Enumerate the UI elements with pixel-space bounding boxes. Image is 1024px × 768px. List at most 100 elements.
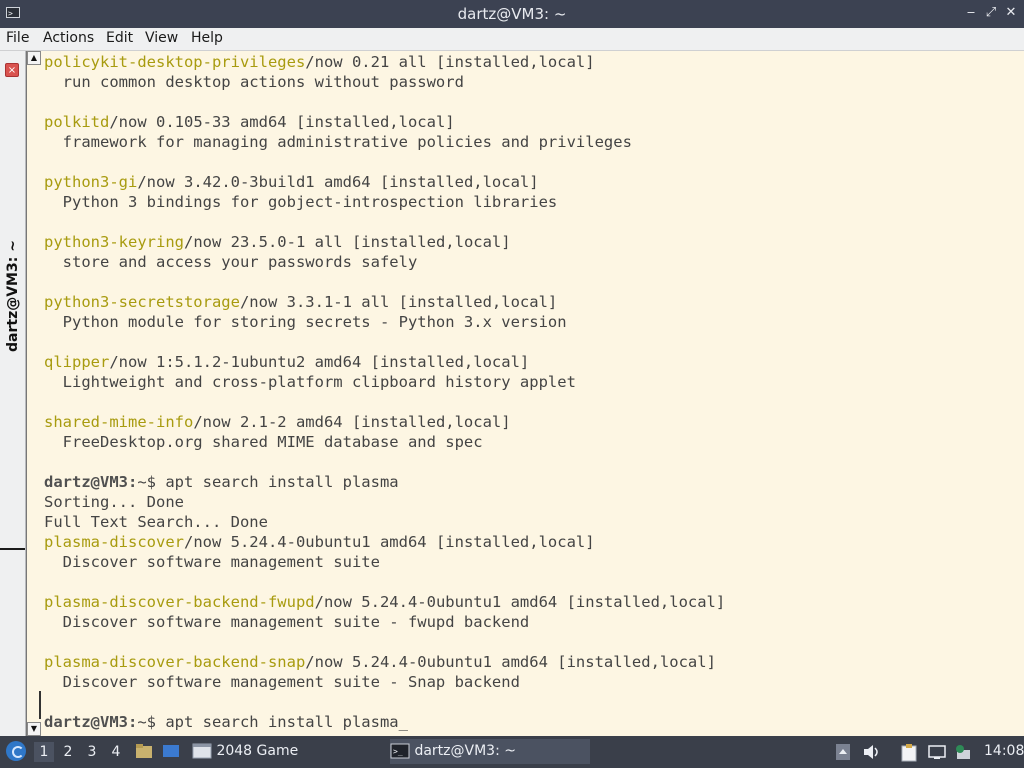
line-text: Discover software management suite - fwu… bbox=[44, 613, 530, 631]
window-title: dartz@VM3: ~ bbox=[457, 5, 567, 23]
line-text: /now 23.5.0-1 all [installed,local] bbox=[183, 233, 511, 251]
shell-prompt: dartz@VM3: bbox=[44, 713, 138, 731]
task-2048-game[interactable]: 2048 Game bbox=[192, 739, 382, 764]
terminal-line: run common desktop actions without passw… bbox=[44, 72, 725, 92]
line-text: Discover software management suite bbox=[44, 553, 380, 571]
show-desktop-launcher[interactable] bbox=[162, 739, 184, 764]
terminal-line: dartz@VM3:~$ apt search install plasma bbox=[44, 472, 725, 492]
line-text: /now 5.24.4-0ubuntu1 amd64 [installed,lo… bbox=[314, 593, 726, 611]
workspace-2[interactable]: 2 bbox=[58, 742, 78, 762]
tab-strip: × dartz@VM3: ~ bbox=[0, 51, 26, 736]
line-text: /now 5.24.4-0ubuntu1 amd64 [installed,lo… bbox=[305, 653, 716, 671]
package-name: plasma-discover bbox=[44, 533, 184, 551]
tray-up-icon[interactable] bbox=[836, 744, 850, 764]
terminal-line: plasma-discover-backend-snap/now 5.24.4-… bbox=[44, 652, 725, 672]
start-menu-icon[interactable] bbox=[6, 741, 26, 761]
workspace-4[interactable]: 4 bbox=[106, 742, 126, 762]
scrollbar-handle[interactable] bbox=[39, 691, 41, 719]
close-button[interactable]: ✕ bbox=[1002, 4, 1020, 22]
volume-icon[interactable] bbox=[863, 744, 881, 764]
menu-edit[interactable]: Edit bbox=[106, 30, 133, 46]
line-text: run common desktop actions without passw… bbox=[44, 73, 464, 91]
line-text: Discover software management suite - Sna… bbox=[44, 673, 520, 691]
scroll-up-icon[interactable]: ▲ bbox=[27, 51, 41, 65]
scroll-down-icon[interactable]: ▼ bbox=[27, 722, 41, 736]
line-text: Python module for storing secrets - Pyth… bbox=[44, 313, 567, 331]
menu-view[interactable]: View bbox=[145, 30, 178, 46]
window-titlebar: >_ dartz@VM3: ~ ‒ ⤢ ✕ bbox=[0, 0, 1024, 28]
terminal-line: dartz@VM3:~$ apt search install plasma_ bbox=[44, 712, 725, 732]
tab-divider bbox=[0, 548, 25, 550]
terminal-line: Discover software management suite - Sna… bbox=[44, 672, 725, 692]
line-text: ~$ apt search install plasma_ bbox=[137, 713, 408, 731]
shell-prompt: dartz@VM3: bbox=[44, 473, 138, 491]
clock[interactable]: 14:08 bbox=[984, 743, 1024, 759]
menu-actions[interactable]: Actions bbox=[43, 30, 94, 46]
terminal-icon: >_ bbox=[390, 743, 410, 759]
terminal-line: qlipper/now 1:5.1.2-1ubuntu2 amd64 [inst… bbox=[44, 352, 725, 372]
terminal-output: policykit-desktop-privileges/now 0.21 al… bbox=[44, 52, 725, 732]
task-terminal[interactable]: >_ dartz@VM3: ~ bbox=[390, 739, 590, 764]
line-text: Sorting... Done bbox=[44, 493, 184, 511]
workspace-1[interactable]: 1 bbox=[34, 742, 54, 762]
clipboard-icon[interactable] bbox=[900, 744, 918, 766]
file-manager-launcher[interactable] bbox=[135, 739, 157, 764]
line-text: ~$ apt search install plasma bbox=[137, 473, 399, 491]
package-name: policykit-desktop-privileges bbox=[44, 53, 306, 71]
folder-icon bbox=[136, 744, 152, 758]
package-name: polkitd bbox=[44, 113, 110, 131]
line-text: /now 3.3.1-1 all [installed,local] bbox=[239, 293, 558, 311]
terminal-line: python3-keyring/now 23.5.0-1 all [instal… bbox=[44, 232, 725, 252]
line-text: /now 5.24.4-0ubuntu1 amd64 [installed,lo… bbox=[183, 533, 595, 551]
tab-label[interactable]: dartz@VM3: ~ bbox=[5, 240, 23, 352]
workspace-3[interactable]: 3 bbox=[82, 742, 102, 762]
terminal-line: plasma-discover/now 5.24.4-0ubuntu1 amd6… bbox=[44, 532, 725, 552]
line-text: Full Text Search... Done bbox=[44, 513, 268, 531]
terminal-line: Python 3 bindings for gobject-introspect… bbox=[44, 192, 725, 212]
package-name: python3-keyring bbox=[44, 233, 184, 251]
terminal-line: Lightweight and cross-platform clipboard… bbox=[44, 372, 725, 392]
line-text: Lightweight and cross-platform clipboard… bbox=[44, 373, 576, 391]
close-tab-icon[interactable]: × bbox=[5, 63, 19, 77]
svg-text:>_: >_ bbox=[393, 747, 403, 756]
update-notifier-icon[interactable] bbox=[954, 744, 972, 764]
terminal-line: plasma-discover-backend-fwupd/now 5.24.4… bbox=[44, 592, 725, 612]
terminal-line: FreeDesktop.org shared MIME database and… bbox=[44, 432, 725, 452]
package-name: shared-mime-info bbox=[44, 413, 194, 431]
terminal-line: framework for managing administrative po… bbox=[44, 132, 725, 152]
terminal-line: Full Text Search... Done bbox=[44, 512, 725, 532]
line-text: /now 0.21 all [installed,local] bbox=[305, 53, 595, 71]
terminal-line: Discover software management suite - fwu… bbox=[44, 612, 725, 632]
line-text: /now 2.1-2 amd64 [installed,local] bbox=[193, 413, 511, 431]
task-label: dartz@VM3: ~ bbox=[414, 743, 516, 759]
task-label: 2048 Game bbox=[216, 743, 299, 759]
terminal-view[interactable]: ▲ ▼ policykit-desktop-privileges/now 0.2… bbox=[26, 51, 1024, 736]
package-name: python3-secretstorage bbox=[44, 293, 240, 311]
window-icon bbox=[192, 743, 212, 759]
line-text: /now 3.42.0-3build1 amd64 [installed,loc… bbox=[137, 173, 539, 191]
package-name: plasma-discover-backend-snap bbox=[44, 653, 306, 671]
maximize-button[interactable]: ⤢ bbox=[982, 4, 1000, 22]
taskbar: 1 2 3 4 2048 Game >_ dartz@VM3: ~ 14:08 bbox=[0, 736, 1024, 768]
line-text: /now 0.105-33 amd64 [installed,local] bbox=[109, 113, 455, 131]
terminal-line: shared-mime-info/now 2.1-2 amd64 [instal… bbox=[44, 412, 725, 432]
package-name: plasma-discover-backend-fwupd bbox=[44, 593, 315, 611]
terminal-line: Discover software management suite bbox=[44, 552, 725, 572]
terminal-line: Sorting... Done bbox=[44, 492, 725, 512]
terminal-line: python3-gi/now 3.42.0-3build1 amd64 [ins… bbox=[44, 172, 725, 192]
network-icon[interactable] bbox=[928, 744, 946, 764]
menu-file[interactable]: File bbox=[6, 30, 29, 46]
menu-help[interactable]: Help bbox=[191, 30, 223, 46]
minimize-button[interactable]: ‒ bbox=[962, 4, 980, 22]
terminal-line: polkitd/now 0.105-33 amd64 [installed,lo… bbox=[44, 112, 725, 132]
